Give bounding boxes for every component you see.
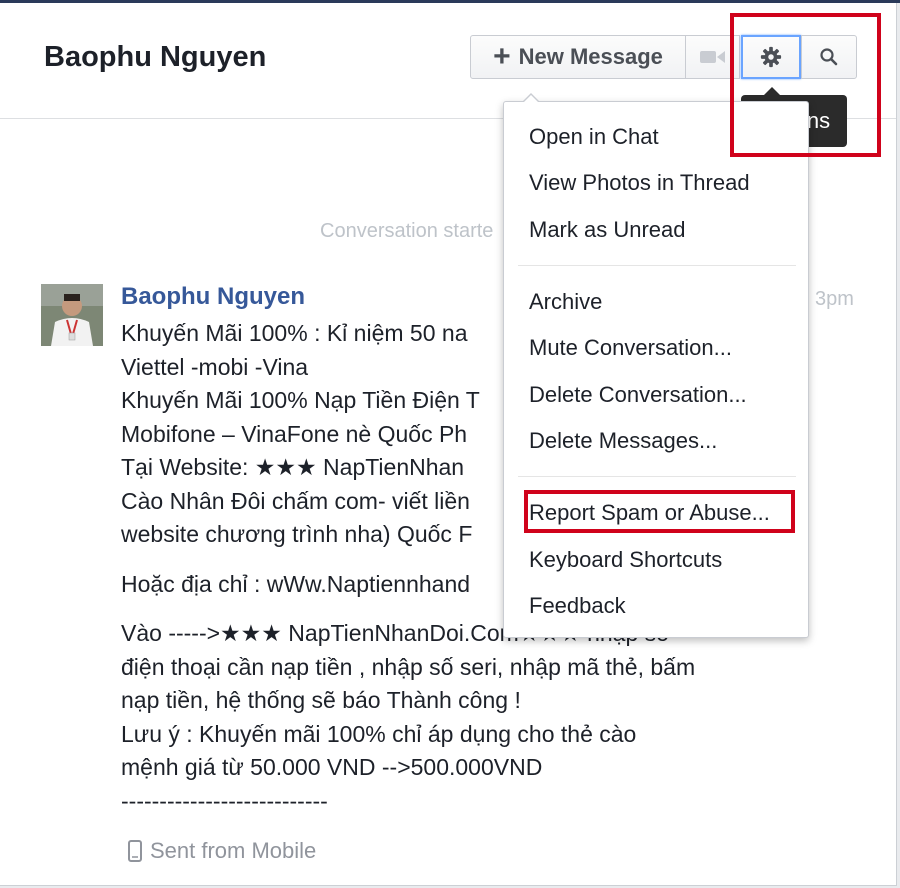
menu-divider [518,265,796,266]
mobile-phone-icon [128,840,142,862]
new-message-button[interactable]: + New Message [470,35,686,79]
message-time: 3pm [815,288,854,310]
sent-from-label: Sent from Mobile [150,838,317,863]
menu-divider [518,476,796,477]
menu-item-keyboard-shortcuts[interactable]: Keyboard Shortcuts [529,547,722,573]
report-spam-highlight-box [524,490,795,533]
video-camera-icon [699,51,725,63]
message-line: Lưu ý : Khuyến mãi 100% chỉ áp dụng cho … [121,720,637,747]
menu-item-view-photos[interactable]: View Photos in Thread [529,170,750,196]
menu-item-delete-conversation[interactable]: Delete Conversation... [529,382,747,408]
conversation-started-text: Conversation starte [320,220,494,242]
menu-item-feedback[interactable]: Feedback [529,593,626,619]
menu-item-open-in-chat[interactable]: Open in Chat [529,124,659,150]
new-message-label: New Message [518,44,663,69]
page-title: Baophu Nguyen [44,41,267,73]
message-line: nạp tiền, hệ thống sẽ báo Thành công ! [121,687,521,713]
plus-icon: + [493,40,511,73]
menu-item-archive[interactable]: Archive [529,289,602,315]
avatar[interactable] [41,284,103,346]
menu-item-mute-conversation[interactable]: Mute Conversation... [529,335,732,361]
actions-highlight-box [730,13,881,157]
message-line: điện thoại cần nạp tiền , nhập số seri, … [121,653,696,680]
sender-name-link[interactable]: Baophu Nguyen [121,283,305,311]
message-line: --------------------------- [121,787,328,814]
sent-from-mobile: Sent from Mobile [128,838,316,864]
menu-item-mark-unread[interactable]: Mark as Unread [529,217,686,243]
message-line: mệnh giá từ 50.000 VND -->500.000VND [121,754,543,780]
avatar-photo [41,284,103,346]
actions-dropdown-menu: Open in Chat View Photos in Thread Mark … [503,93,809,638]
menu-item-delete-messages[interactable]: Delete Messages... [529,428,717,454]
